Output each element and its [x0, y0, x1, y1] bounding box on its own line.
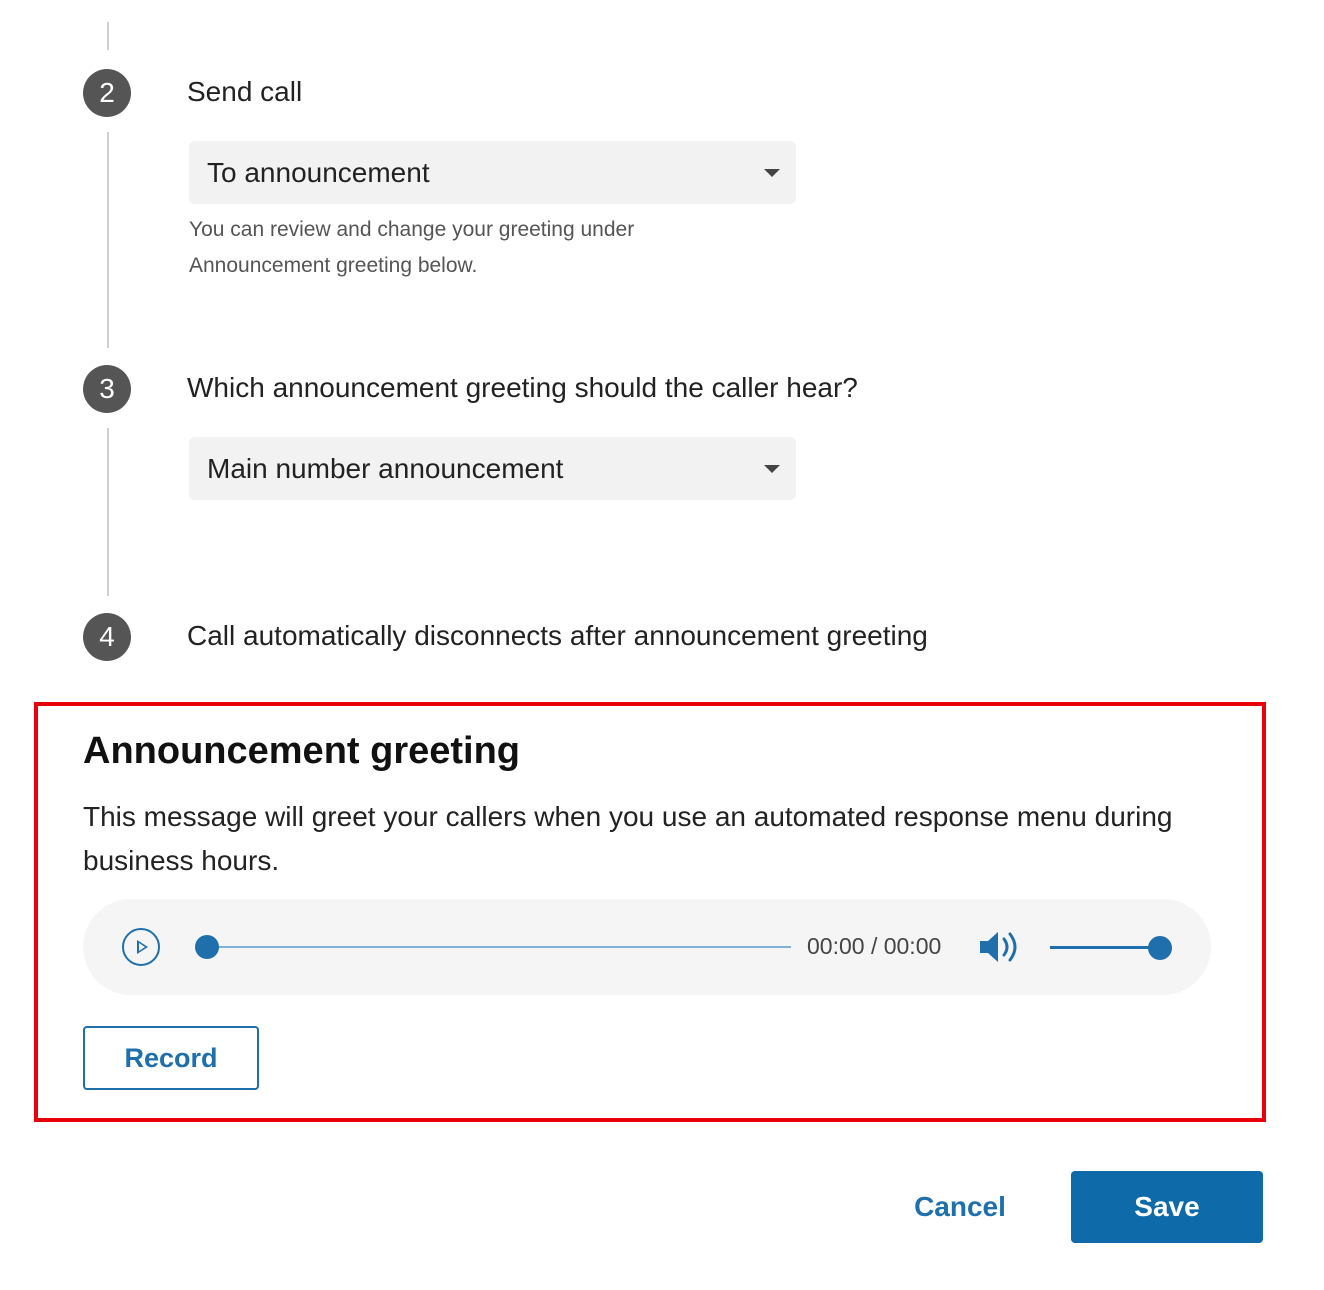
- volume-icon: [980, 932, 1017, 962]
- volume-handle[interactable]: [1148, 936, 1172, 960]
- step-2-label: Send call: [187, 76, 303, 107]
- announcement-description: This message will greet your callers whe…: [83, 801, 1173, 876]
- step-number-3: 3: [83, 365, 131, 413]
- timeline-connector: [107, 428, 109, 596]
- announcement-greeting-select-value: Main number announcement: [207, 453, 564, 484]
- send-call-hint: You can review and change your greeting …: [189, 218, 635, 277]
- volume-button[interactable]: [978, 928, 1024, 966]
- send-call-select[interactable]: To announcement: [189, 141, 796, 204]
- chevron-down-icon: [764, 169, 780, 177]
- chevron-down-icon: [764, 465, 780, 473]
- step-3-label: Which announcement greeting should the c…: [187, 372, 858, 403]
- audio-player: 00:00 / 00:00: [83, 899, 1211, 995]
- step-number-4: 4: [83, 613, 131, 661]
- cancel-button[interactable]: Cancel: [890, 1172, 1030, 1242]
- playback-time: 00:00 / 00:00: [807, 933, 942, 959]
- timeline-connector: [107, 132, 109, 348]
- play-icon-inner: [139, 943, 145, 951]
- play-button[interactable]: [122, 928, 160, 966]
- announcement-title: Announcement greeting: [83, 730, 521, 772]
- announcement-greeting-select[interactable]: Main number announcement: [189, 437, 796, 500]
- record-button[interactable]: Record: [83, 1026, 259, 1090]
- timeline-connector: [107, 22, 109, 50]
- step-number-2: 2: [83, 69, 131, 117]
- step-4-label: Call automatically disconnects after ann…: [187, 620, 928, 651]
- progress-slider[interactable]: [195, 935, 791, 959]
- send-call-select-value: To announcement: [207, 157, 430, 188]
- progress-handle[interactable]: [195, 935, 219, 959]
- volume-slider[interactable]: [1050, 936, 1172, 960]
- save-button[interactable]: Save: [1071, 1171, 1263, 1243]
